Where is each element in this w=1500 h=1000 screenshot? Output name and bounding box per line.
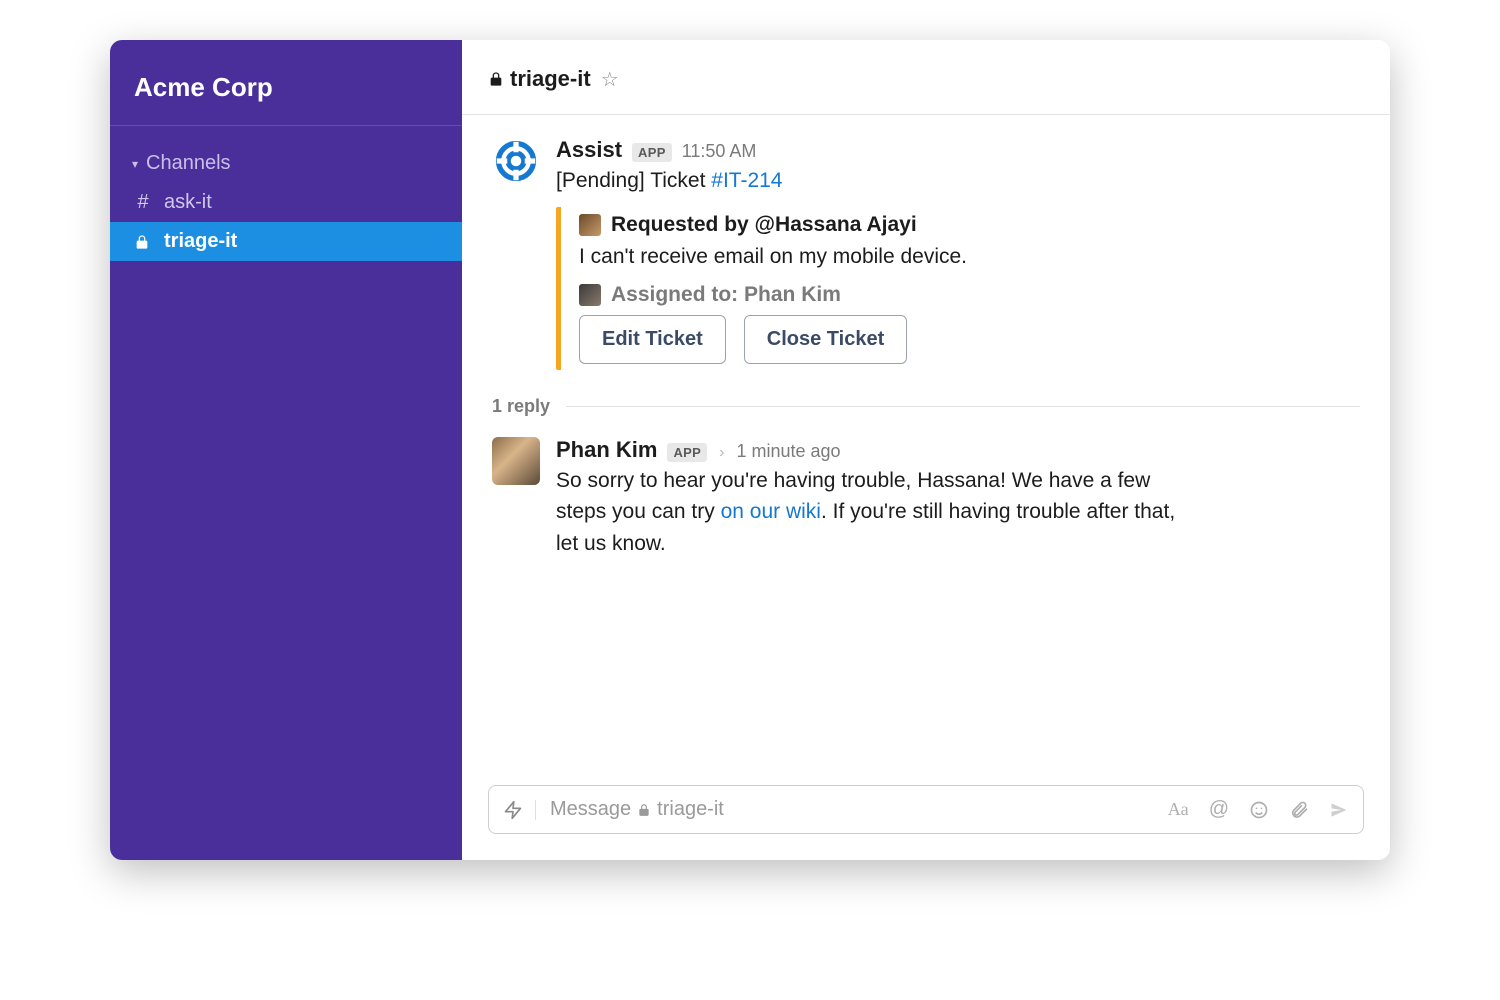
reply-text: So sorry to hear you're having trouble, …: [556, 465, 1176, 560]
message-body: Phan Kim APP › 1 minute ago So sorry to …: [556, 437, 1360, 560]
app-badge: APP: [632, 143, 672, 162]
author-name[interactable]: Assist: [556, 137, 622, 163]
lightning-icon[interactable]: [503, 800, 536, 820]
message-composer[interactable]: Message triage-it Aa @: [488, 785, 1364, 834]
placeholder-prefix: Message: [550, 798, 631, 821]
ticket-actions: Edit Ticket Close Ticket: [579, 315, 1360, 364]
assigned-to-user[interactable]: Phan Kim: [744, 283, 841, 306]
message-assist: Assist APP 11:50 AM [Pending] Ticket #IT…: [492, 137, 1360, 370]
timestamp: 11:50 AM: [682, 141, 757, 162]
format-icon[interactable]: Aa: [1168, 799, 1189, 820]
message-body: Assist APP 11:50 AM [Pending] Ticket #IT…: [556, 137, 1360, 370]
workspace-name: Acme Corp: [134, 72, 438, 103]
requested-by-label: Requested by: [611, 213, 755, 236]
workspace-header[interactable]: Acme Corp: [110, 60, 462, 126]
author-name[interactable]: Phan Kim: [556, 437, 657, 463]
channel-title[interactable]: triage-it: [488, 66, 591, 92]
message-reply: Phan Kim APP › 1 minute ago So sorry to …: [492, 437, 1360, 560]
lifesaver-icon: [495, 140, 537, 182]
placeholder-channel: triage-it: [657, 798, 724, 821]
ticket-status-prefix: [Pending] Ticket: [556, 169, 711, 192]
avatar-phan-kim[interactable]: [492, 437, 540, 485]
channels-section-header[interactable]: ▾ Channels: [110, 144, 462, 183]
close-ticket-button[interactable]: Close Ticket: [744, 315, 907, 364]
reply-count[interactable]: 1 reply: [492, 396, 550, 417]
requested-by-user[interactable]: @Hassana Ajayi: [755, 213, 917, 236]
channels-label: Channels: [146, 152, 231, 175]
assigned-to-label: Assigned to:: [611, 283, 744, 306]
caret-right-icon: ›: [719, 444, 724, 462]
hash-icon: #: [134, 191, 152, 214]
composer-area: Message triage-it Aa @: [462, 785, 1390, 860]
channel-title-text: triage-it: [510, 66, 591, 92]
ticket-status-line: [Pending] Ticket #IT-214: [556, 165, 1360, 197]
ticket-attachment: Requested by @Hassana Ajayi I can't rece…: [556, 207, 1360, 370]
avatar-requester[interactable]: [579, 214, 601, 236]
thread-separator: 1 reply: [492, 396, 1360, 417]
message-header: Assist APP 11:50 AM: [556, 137, 1360, 163]
star-icon[interactable]: ☆: [601, 67, 619, 92]
composer-placeholder[interactable]: Message triage-it: [550, 798, 1154, 821]
send-icon[interactable]: [1329, 800, 1349, 820]
ticket-description: I can't receive email on my mobile devic…: [579, 245, 1360, 269]
app-badge: APP: [667, 443, 707, 462]
ticket-link[interactable]: #IT-214: [711, 169, 782, 192]
message-header: Phan Kim APP › 1 minute ago: [556, 437, 1360, 463]
requested-by-row: Requested by @Hassana Ajayi: [579, 213, 1360, 237]
composer-actions: Aa @: [1168, 798, 1349, 821]
separator-line: [566, 406, 1360, 407]
assigned-to-row: Assigned to: Phan Kim: [579, 283, 1360, 307]
avatar-assignee[interactable]: [579, 284, 601, 306]
lock-icon: [134, 234, 152, 250]
lock-icon: [637, 803, 651, 817]
avatar-assist[interactable]: [492, 137, 540, 185]
caret-down-icon: ▾: [132, 157, 138, 171]
lock-icon: [488, 71, 504, 87]
channel-name: ask-it: [164, 191, 212, 214]
edit-ticket-button[interactable]: Edit Ticket: [579, 315, 726, 364]
channel-header: triage-it ☆: [462, 40, 1390, 115]
channel-name: triage-it: [164, 230, 237, 253]
message-list: Assist APP 11:50 AM [Pending] Ticket #IT…: [462, 115, 1390, 785]
channel-item-ask-it[interactable]: # ask-it: [110, 183, 462, 222]
emoji-icon[interactable]: [1249, 800, 1269, 820]
channel-item-triage-it[interactable]: triage-it: [110, 222, 462, 261]
main-panel: triage-it ☆: [462, 40, 1390, 860]
sidebar: Acme Corp ▾ Channels # ask-it triage-it: [110, 40, 462, 860]
wiki-link[interactable]: on our wiki: [721, 500, 821, 523]
mention-icon[interactable]: @: [1209, 798, 1229, 821]
timestamp: 1 minute ago: [736, 441, 840, 462]
app-window: Acme Corp ▾ Channels # ask-it triage-it …: [110, 40, 1390, 860]
attachment-icon[interactable]: [1289, 800, 1309, 820]
